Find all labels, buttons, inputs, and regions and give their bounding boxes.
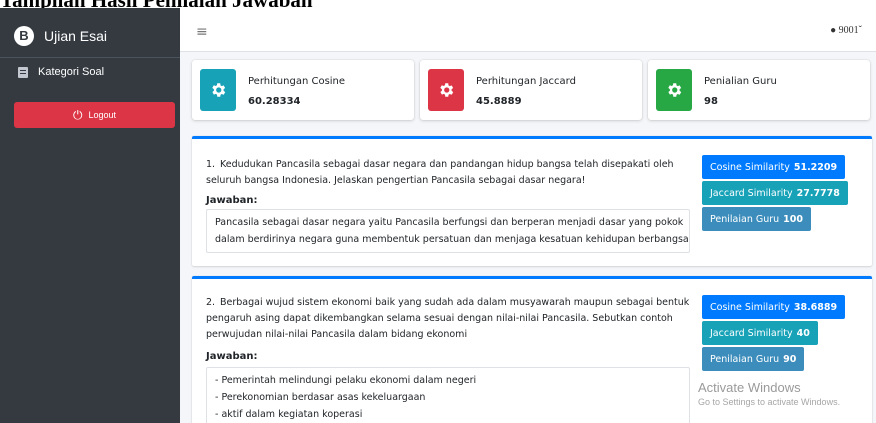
sidebar-item-kategori-soal[interactable]: Kategori Soal — [0, 58, 180, 86]
answer-label: Jawaban: — [206, 195, 258, 206]
badge-label: Jaccard Similarity — [710, 327, 793, 339]
answer-label: Jawaban: — [206, 351, 258, 362]
sidebar: B Ujian Esai Kategori Soal ⏻ Logout — [0, 0, 180, 423]
answer-line: - Perekonomian berdasar asas kekeluargaa… — [215, 392, 426, 403]
user-circle-icon: ● — [830, 25, 837, 36]
info-title: Perhitungan Jaccard — [476, 76, 576, 87]
power-icon: ⏻ — [72, 107, 83, 122]
gear-icon — [212, 83, 226, 97]
info-box-cosine: Perhitungan Cosine 60.28334 — [192, 60, 414, 120]
answer-line: Pancasila sebagai dasar negara yaitu Pan… — [215, 217, 684, 228]
answer-line: - Pemerintah melindungi pelaku ekonomi d… — [215, 375, 477, 386]
jaccard-similarity-badge: Jaccard Similarity 27.7778 — [702, 181, 848, 205]
chevron-down-icon: ˇ — [858, 25, 862, 36]
brand-name: Ujian Esai — [44, 27, 108, 44]
info-title: Penialian Guru — [704, 76, 777, 87]
user-menu[interactable]: ● 9001ˇ — [830, 25, 862, 36]
teacher-score-badge: Penilaian Guru 90 — [702, 347, 805, 371]
jaccard-similarity-badge: Jaccard Similarity 40 — [702, 321, 818, 345]
content-area: Perhitungan Cosine 60.28334 Perhitungan … — [180, 52, 876, 423]
answer-line: dalam berdirinya negara guna membentuk p… — [215, 234, 689, 245]
answer-line: - aktif dalam kegiatan koperasi — [215, 409, 363, 420]
info-value: 98 — [704, 96, 718, 107]
question-text: 1. Kedudukan Pancasila sebagai dasar nega… — [206, 157, 691, 189]
info-icon-box — [200, 69, 236, 111]
cosine-similarity-badge: Cosine Similarity 51.2209 — [702, 155, 846, 179]
question-body: Berbagai wujud sistem ekonomi baik yang … — [206, 297, 690, 340]
logout-label: Logout — [88, 110, 117, 120]
document-heading: Tampilan Hasil Penilaian Jawaban — [0, 0, 876, 8]
question-body: Kedudukan Pancasila sebagai dasar negara… — [206, 159, 674, 186]
badge-label: Cosine Similarity — [710, 301, 790, 313]
answer-box: - Pemerintah melindungi pelaku ekonomi d… — [206, 367, 690, 423]
badge-value: 38.6889 — [793, 301, 838, 313]
answer-box: Pancasila sebagai dasar negara yaitu Pan… — [206, 209, 690, 253]
watermark-title: Activate Windows — [698, 380, 801, 395]
cosine-similarity-badge: Cosine Similarity 38.6889 — [702, 295, 846, 319]
badge-value: 27.7778 — [796, 187, 840, 199]
question-number: 1. — [206, 159, 216, 170]
badge-label: Penilaian Guru — [710, 353, 780, 365]
info-icon-box — [428, 69, 464, 111]
info-box-guru: Penialian Guru 98 — [648, 60, 870, 120]
badge-value: 51.2209 — [793, 161, 838, 173]
question-text: 2. Berbagai wujud sistem ekonomi baik yan… — [206, 295, 691, 343]
list-alt-icon — [18, 66, 28, 78]
question-card-1: 1. Kedudukan Pancasila sebagai dasar nega… — [192, 136, 872, 266]
info-value: 45.8889 — [476, 96, 522, 107]
badge-label: Jaccard Similarity — [710, 187, 793, 199]
info-box-jaccard: Perhitungan Jaccard 45.8889 — [420, 60, 642, 120]
info-title: Perhitungan Cosine — [248, 76, 346, 87]
watermark-subtitle: Go to Settings to activate Windows. — [698, 397, 841, 407]
question-number: 2. — [206, 297, 216, 308]
brand-logo-icon: B — [14, 25, 34, 46]
hamburger-menu-icon[interactable]: ≡ — [196, 24, 208, 40]
badge-label: Cosine Similarity — [710, 161, 790, 173]
windows-activation-watermark: Activate Windows Go to Settings to activ… — [698, 380, 840, 407]
gear-icon — [668, 83, 682, 97]
badge-value: 100 — [783, 213, 804, 225]
sidebar-item-label: Kategori Soal — [38, 66, 105, 78]
badge-value: 90 — [783, 353, 797, 365]
badge-label: Penilaian Guru — [710, 213, 780, 225]
user-label: 9001 — [838, 25, 859, 36]
gear-icon — [440, 83, 454, 97]
info-icon-box — [656, 69, 692, 111]
info-value: 60.28334 — [248, 96, 301, 107]
badge-value: 40 — [796, 327, 810, 339]
logout-button[interactable]: ⏻ Logout — [14, 102, 175, 128]
top-navbar: ≡ ● 9001ˇ — [180, 14, 876, 52]
teacher-score-badge: Penilaian Guru 100 — [702, 207, 812, 231]
brand-link[interactable]: B Ujian Esai — [0, 14, 180, 58]
